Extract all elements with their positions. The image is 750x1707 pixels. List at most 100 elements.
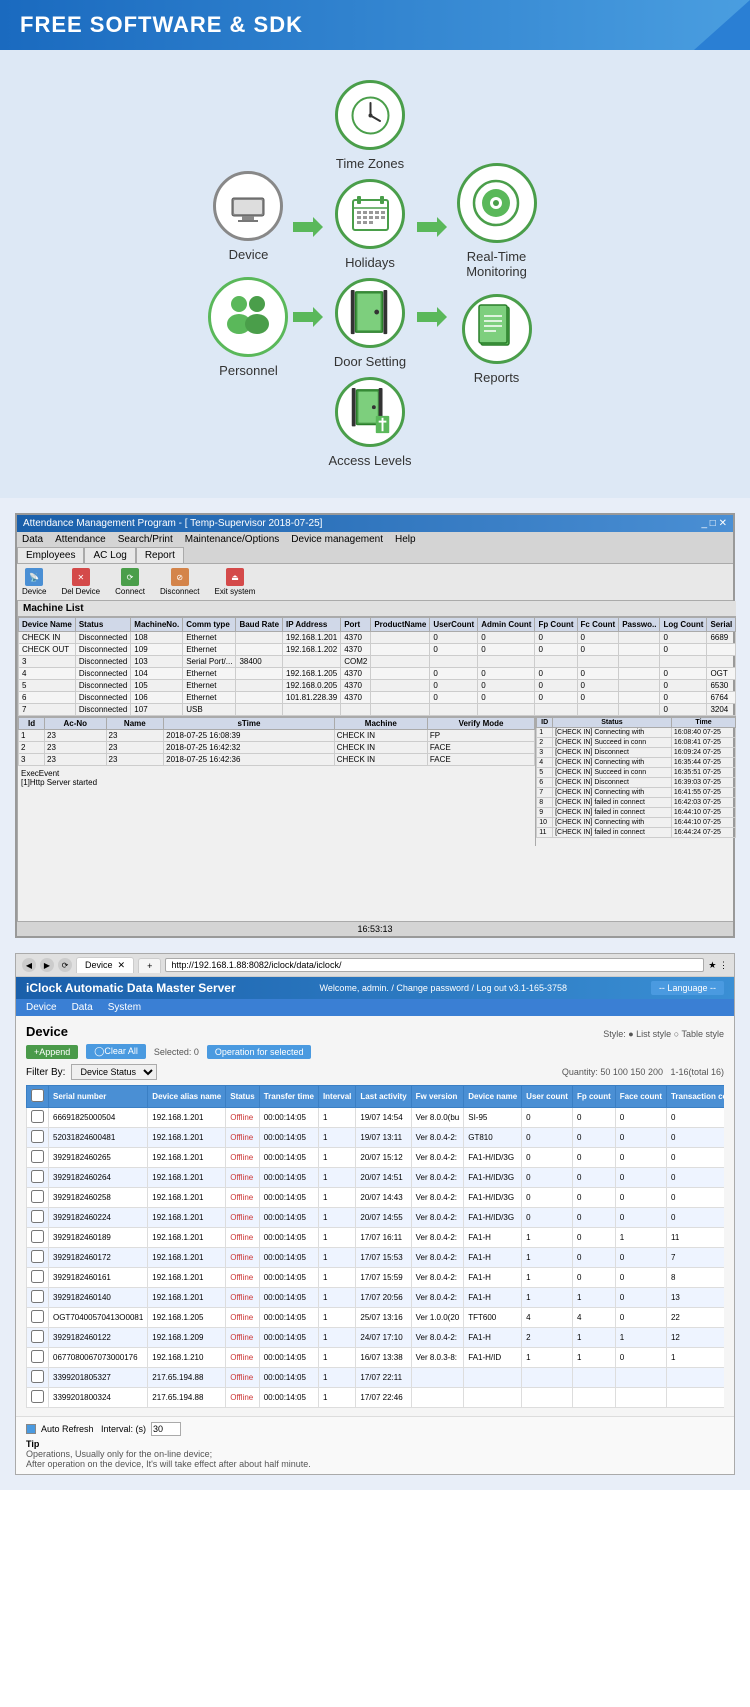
btn-disconnect[interactable]: ⊘ Disconnect (160, 568, 200, 596)
row-checkbox-13[interactable] (31, 1370, 44, 1383)
machine-cell-2-5 (283, 656, 341, 668)
device-cell-9-9: 1 (522, 1288, 573, 1308)
device-cell-1-0 (27, 1128, 49, 1148)
row-checkbox-4[interactable] (31, 1190, 44, 1203)
bottom-cell-2-5: FACE (427, 754, 534, 766)
device-cell-9-12: 13 (666, 1288, 724, 1308)
btn-del-label: Del Device (61, 587, 100, 596)
device-cell-10-0 (27, 1308, 49, 1328)
row-checkbox-12[interactable] (31, 1350, 44, 1363)
device-cell-4-4: 00:00:14:05 (259, 1188, 318, 1208)
machine-cell-4-0: 5 (19, 680, 76, 692)
device-cell-8-11: 0 (615, 1268, 666, 1288)
tip-title: Tip (26, 1439, 39, 1449)
machine-cell-0-0: CHECK IN (19, 632, 76, 644)
machine-cell-0-10: 0 (535, 632, 577, 644)
device-cell-7-0 (27, 1248, 49, 1268)
machine-cell-0-11: 0 (577, 632, 619, 644)
btn-exit[interactable]: ⏏ Exit system (215, 568, 256, 596)
row-checkbox-9[interactable] (31, 1290, 44, 1303)
row-checkbox-7[interactable] (31, 1250, 44, 1263)
accesslevels-icon-circle (335, 377, 405, 447)
device-cell-2-9: 0 (522, 1148, 573, 1168)
row-checkbox-11[interactable] (31, 1330, 44, 1343)
machine-cell-0-3: Ethernet (183, 632, 236, 644)
browser-tab-new[interactable]: + (138, 958, 161, 973)
nav-device[interactable]: Device (26, 1002, 57, 1013)
machine-cell-4-8: 0 (430, 680, 478, 692)
arrow-icon-2 (293, 302, 323, 337)
menu-data[interactable]: Data (22, 534, 43, 545)
btn-del-device[interactable]: ✕ Del Device (61, 568, 100, 596)
machine-cell-1-13: 0 (660, 644, 707, 656)
log-cell-10-1: [CHECK IN] failed in connect (553, 828, 672, 838)
row-checkbox-6[interactable] (31, 1230, 44, 1243)
device-cell-8-6: 17/07 15:59 (356, 1268, 411, 1288)
btn-connect[interactable]: ⟳ Connect (115, 568, 145, 596)
tab-aclog[interactable]: AC Log (84, 547, 135, 563)
ss2-table-container: Serial number Device alias name Status T… (26, 1085, 724, 1408)
tab-employees[interactable]: Employees (17, 547, 84, 563)
menu-maintoptions[interactable]: Maintenance/Options (185, 534, 280, 545)
row-checkbox-5[interactable] (31, 1210, 44, 1223)
device-cell-9-4: 00:00:14:05 (259, 1288, 318, 1308)
row-checkbox-14[interactable] (31, 1390, 44, 1403)
btn-device[interactable]: 📡 Device (22, 568, 46, 596)
machine-cell-0-4 (236, 632, 283, 644)
device-cell-6-3: Offline (226, 1228, 259, 1248)
device-row-11: 3929182460122192.168.1.209Offline00:00:1… (27, 1328, 725, 1348)
auto-refresh-checkbox[interactable] (26, 1424, 36, 1434)
th-verify-mode: Verify Mode (427, 718, 534, 730)
device-cell-3-7: Ver 8.0.4-2: (411, 1168, 464, 1188)
nav-system[interactable]: System (108, 1002, 141, 1013)
select-all-checkbox[interactable] (31, 1089, 44, 1102)
menu-devmgmt[interactable]: Device management (291, 534, 383, 545)
clear-all-btn[interactable]: ◯Clear All (86, 1044, 146, 1059)
back-btn[interactable]: ◀ (22, 958, 36, 972)
machine-cell-0-13: 0 (660, 632, 707, 644)
menu-searchprint[interactable]: Search/Print (118, 534, 173, 545)
row-checkbox-2[interactable] (31, 1150, 44, 1163)
device-cell-4-9: 0 (522, 1188, 573, 1208)
th-machine: Machine (334, 718, 427, 730)
th-user-count: User count (522, 1086, 573, 1108)
screenshot2: ◀ ▶ ⟳ Device ✕ + http://192.168.1.88:808… (15, 953, 735, 1475)
menu-attendance[interactable]: Attendance (55, 534, 106, 545)
device-cell-3-8: FA1-H/ID/3G (464, 1168, 522, 1188)
ss2-app-header: iClock Automatic Data Master Server Welc… (16, 977, 734, 999)
browser-tab-device[interactable]: Device ✕ (76, 957, 134, 973)
device-cell-7-9: 1 (522, 1248, 573, 1268)
device-label: Device (229, 247, 269, 262)
append-btn[interactable]: +Append (26, 1045, 78, 1059)
device-cell-4-10: 0 (572, 1188, 615, 1208)
menu-help[interactable]: Help (395, 534, 416, 545)
device-cell-5-11: 0 (615, 1208, 666, 1228)
row-checkbox-3[interactable] (31, 1170, 44, 1183)
device-cell-7-4: 00:00:14:05 (259, 1248, 318, 1268)
machine-cell-3-11: 0 (577, 668, 619, 680)
device-cell-2-1: 3929182460265 (49, 1148, 148, 1168)
row-checkbox-0[interactable] (31, 1110, 44, 1123)
filter-select[interactable]: Device Status (71, 1064, 157, 1080)
screenshot1: Attendance Management Program - [ Temp-S… (15, 513, 735, 938)
row-checkbox-1[interactable] (31, 1130, 44, 1143)
forward-btn[interactable]: ▶ (40, 958, 54, 972)
operation-btn[interactable]: Operation for selected (207, 1045, 312, 1059)
tip-text: Operations, Usually only for the on-line… (26, 1449, 724, 1469)
device-cell-12-6: 16/07 13:38 (356, 1348, 411, 1368)
url-bar[interactable]: http://192.168.1.88:8082/iclock/data/icl… (165, 958, 704, 972)
row-checkbox-10[interactable] (31, 1310, 44, 1323)
tab-report[interactable]: Report (136, 547, 184, 563)
interval-input[interactable] (151, 1422, 181, 1436)
device-cell-4-5: 1 (318, 1188, 355, 1208)
nav-data[interactable]: Data (72, 1002, 93, 1013)
ss1-log-table: ID Status Time 1[CHECK IN] Connecting wi… (536, 717, 736, 838)
device-cell-10-8: TFT600 (464, 1308, 522, 1328)
th-logcount: Log Count (660, 618, 707, 632)
row-checkbox-8[interactable] (31, 1270, 44, 1283)
diagram-section: Device Personnel (0, 50, 750, 498)
log-cell-7-2: 16:42:03 07-25 (671, 798, 735, 808)
refresh-btn[interactable]: ⟳ (58, 958, 72, 972)
device-cell-9-1: 3929182460140 (49, 1288, 148, 1308)
language-btn[interactable]: -- Language -- (651, 981, 724, 995)
